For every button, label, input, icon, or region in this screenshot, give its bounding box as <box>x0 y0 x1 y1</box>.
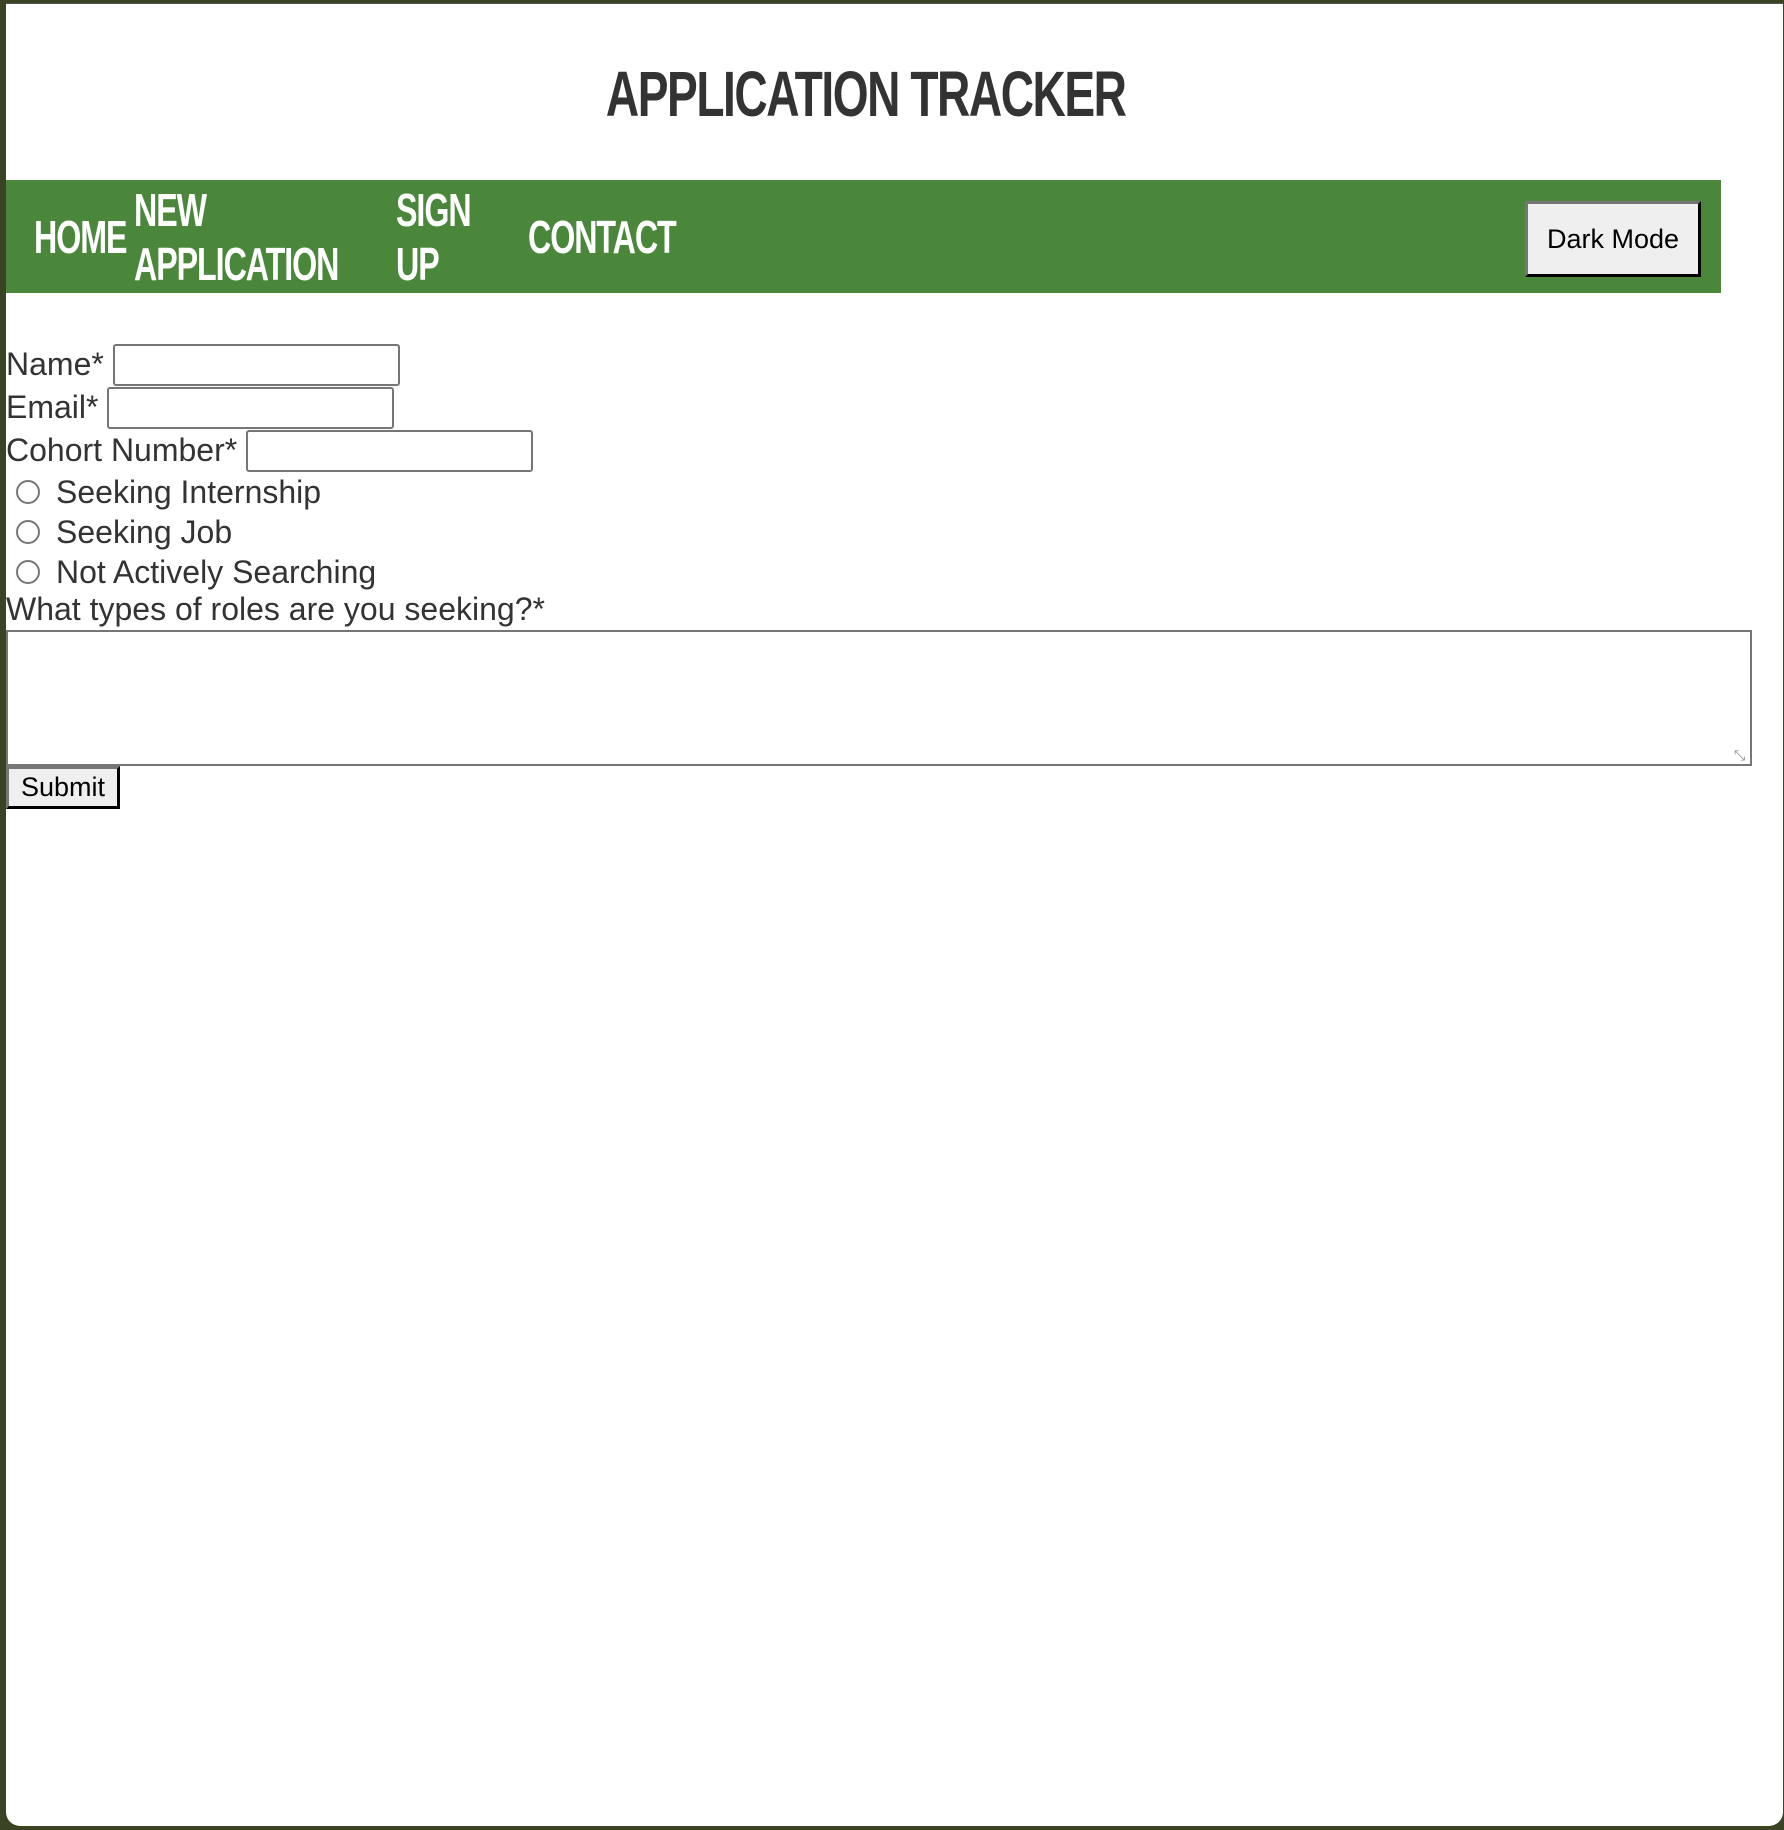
nav-item-home: HOME <box>34 210 127 264</box>
submit-button[interactable]: Submit <box>6 766 120 809</box>
cohort-number-input[interactable] <box>246 429 534 472</box>
nav-item-contact: CONTACT <box>528 210 677 264</box>
radio-label-seeking-job: Seeking Job <box>56 513 233 550</box>
nav-link-new-application[interactable]: NEW APPLICATION <box>134 183 339 291</box>
page-title: APPLICATION TRACKER <box>605 58 1127 130</box>
name-input[interactable] <box>112 343 400 386</box>
name-label: Name* <box>6 346 104 382</box>
radio-option-seeking-job: Seeking Job <box>6 512 1766 552</box>
browser-window: APPLICATION TRACKER HOME NEW APPLICATION… <box>6 3 1783 1826</box>
navbar: HOME NEW APPLICATION SIGN UP CONTACT Dar… <box>6 180 1721 293</box>
email-input[interactable] <box>107 386 395 429</box>
email-row: Email* <box>6 386 1766 429</box>
name-row: Name* <box>6 343 1766 386</box>
resize-handle-icon[interactable]: ⤡ <box>1734 748 1748 762</box>
radio-label-not-actively-searching: Not Actively Searching <box>56 553 377 590</box>
signup-form: Name* Email* Cohort Number* Seeking Inte… <box>6 343 1766 809</box>
cohort-row: Cohort Number* <box>6 429 1766 472</box>
radio-seeking-internship[interactable] <box>16 480 40 504</box>
nav-link-sign-up[interactable]: SIGN UP <box>396 183 472 291</box>
radio-seeking-job[interactable] <box>16 520 40 544</box>
nav-links: HOME NEW APPLICATION SIGN UP CONTACT <box>34 180 677 293</box>
roles-label: What types of roles are you seeking?* <box>6 591 545 627</box>
email-label: Email* <box>6 389 99 425</box>
nav-link-home[interactable]: HOME <box>34 210 127 264</box>
radio-option-seeking-internship: Seeking Internship <box>6 472 1766 512</box>
nav-link-contact[interactable]: CONTACT <box>528 210 677 264</box>
radio-option-not-actively-searching: Not Actively Searching <box>6 552 1766 592</box>
dark-mode-button[interactable]: Dark Mode <box>1525 201 1701 277</box>
nav-item-new-application: NEW APPLICATION <box>134 183 370 291</box>
roles-textarea[interactable]: ⤡ <box>6 630 1752 766</box>
radio-not-actively-searching[interactable] <box>16 560 40 584</box>
cohort-number-label: Cohort Number* <box>6 432 238 468</box>
radio-label-seeking-internship: Seeking Internship <box>56 473 322 510</box>
nav-item-sign-up: SIGN UP <box>396 183 502 291</box>
